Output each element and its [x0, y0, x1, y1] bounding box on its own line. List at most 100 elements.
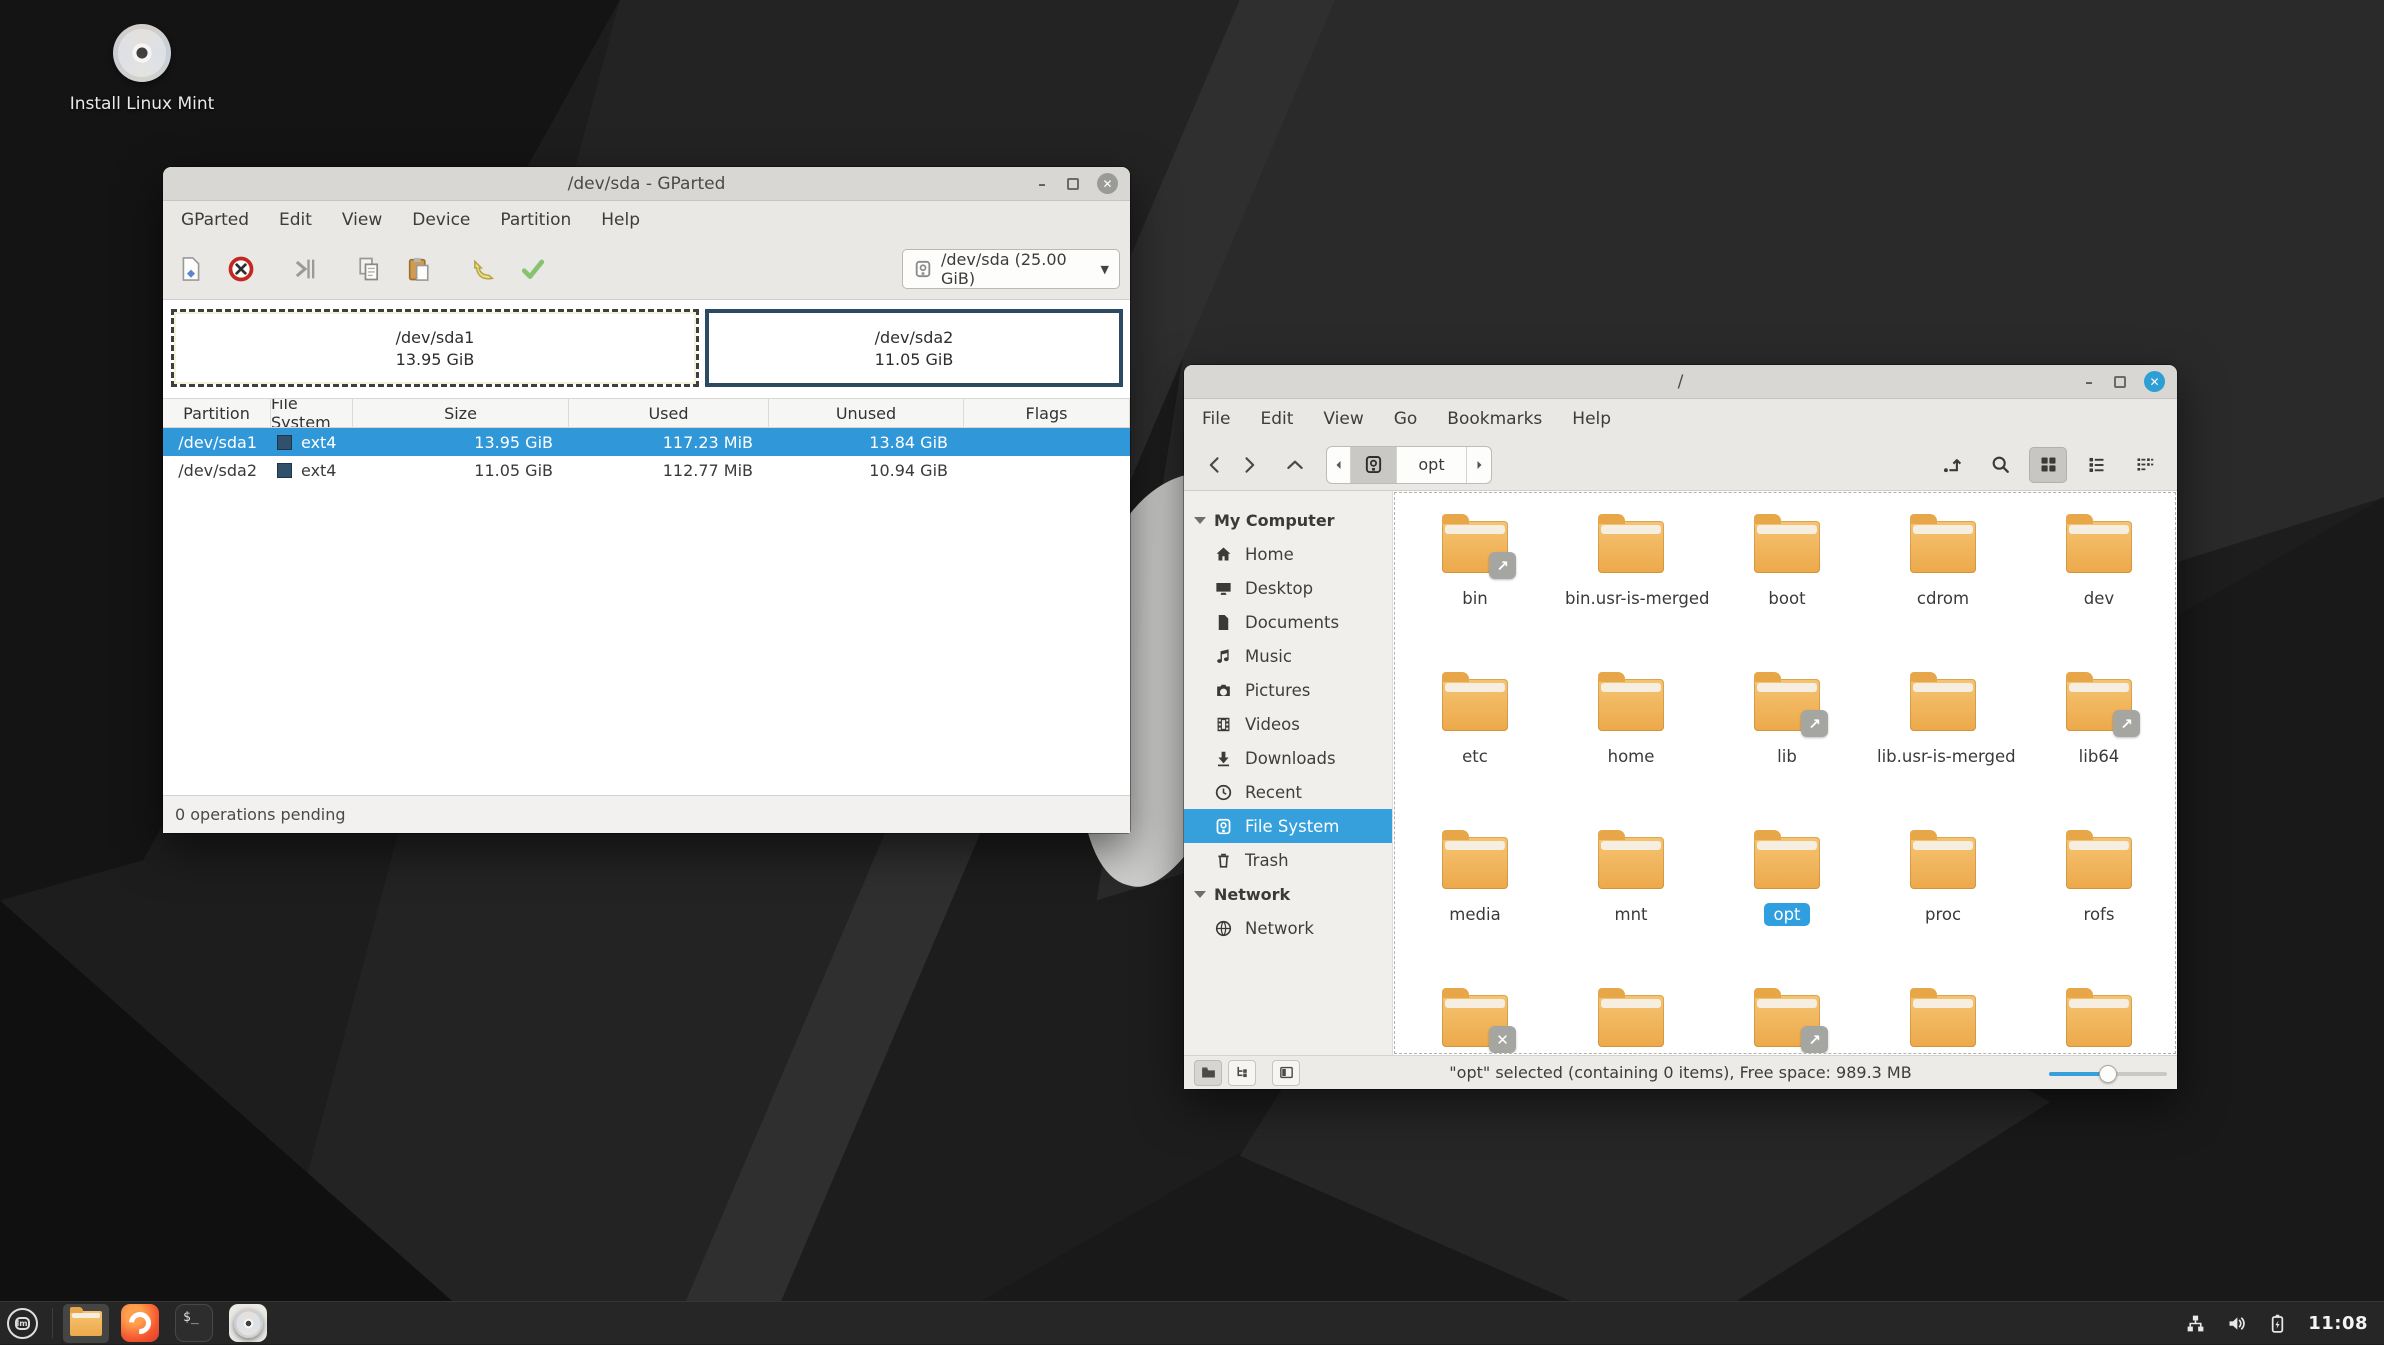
close-button[interactable]: ✕ [2144, 371, 2165, 392]
partition-row[interactable]: /dev/sda1 ext4 13.95 GiB 117.23 MiB 13.8… [163, 428, 1130, 456]
sidebar-section-my-computer[interactable]: My Computer [1184, 503, 1392, 537]
close-button[interactable]: ✕ [1097, 173, 1118, 194]
folder-item[interactable]: etc [1397, 667, 1553, 825]
folder-item[interactable]: ↗ lib [1709, 667, 1865, 825]
menu-item[interactable]: Go [1394, 409, 1418, 429]
menu-item[interactable]: Edit [279, 210, 312, 230]
zoom-slider[interactable] [2049, 1064, 2167, 1082]
icon-view-button[interactable] [2029, 447, 2067, 483]
nemo-sidebar: My Computer Home Desktop Documents Mu [1184, 491, 1393, 1055]
desktop-icon-install-linux-mint[interactable]: Install Linux Mint [72, 24, 212, 114]
list-view-button[interactable] [2077, 447, 2115, 483]
column-header[interactable]: Used [569, 399, 769, 427]
clock[interactable]: 11:08 [2308, 1313, 2368, 1334]
menu-item[interactable]: View [1323, 409, 1363, 429]
sidebar-item[interactable]: Trash [1184, 843, 1392, 877]
maximize-button[interactable] [1067, 178, 1079, 190]
volume-icon[interactable] [2226, 1313, 2247, 1334]
sidebar-item[interactable]: Desktop [1184, 571, 1392, 605]
menu-item[interactable]: Partition [500, 210, 571, 230]
up-button[interactable] [1278, 448, 1312, 482]
resize-move-icon[interactable] [291, 255, 319, 283]
back-button[interactable] [1198, 448, 1232, 482]
taskbar-terminal-button[interactable]: $_ [171, 1304, 217, 1343]
column-header[interactable]: File System [271, 399, 353, 427]
column-header[interactable]: Partition [163, 399, 271, 427]
menu-item[interactable]: File [1202, 409, 1230, 429]
search-button[interactable] [1981, 447, 2019, 483]
new-partition-icon[interactable] [177, 255, 205, 283]
minimize-button[interactable]: – [2082, 375, 2096, 389]
menu-item[interactable]: Device [412, 210, 470, 230]
folder-icon [1442, 679, 1508, 731]
sidebar-item[interactable]: Videos [1184, 707, 1392, 741]
folder-item[interactable]: cdrom [1865, 509, 2021, 667]
folder-item[interactable]: mnt [1553, 825, 1709, 983]
apply-icon[interactable] [519, 255, 547, 283]
folder-item[interactable]: boot [1709, 509, 1865, 667]
folder-item[interactable]: home [1553, 667, 1709, 825]
breadcrumb-dir-button[interactable]: opt [1397, 447, 1467, 483]
folder-item[interactable]: ↗ bin [1397, 509, 1553, 667]
folder-item[interactable]: ↗ lib64 [2021, 667, 2176, 825]
sidebar-item[interactable]: File System [1184, 809, 1392, 843]
forward-button[interactable] [1232, 448, 1266, 482]
menu-item[interactable]: Help [601, 210, 640, 230]
folder-item[interactable] [1865, 983, 2021, 1054]
sidebar-item[interactable]: Pictures [1184, 673, 1392, 707]
taskbar-installer-button[interactable] [225, 1304, 271, 1343]
size-cell: 13.95 GiB [353, 428, 569, 456]
breadcrumb-scroll-right-icon[interactable] [1467, 447, 1491, 483]
breadcrumb-root-drive-button[interactable] [1351, 447, 1397, 483]
minimize-button[interactable]: – [1035, 177, 1049, 191]
compact-view-button[interactable] [2125, 447, 2163, 483]
column-header[interactable]: Size [353, 399, 569, 427]
folder-item[interactable] [2021, 983, 2176, 1054]
sidebar-item[interactable]: Home [1184, 537, 1392, 571]
column-header[interactable]: Flags [964, 399, 1130, 427]
network-icon[interactable] [2185, 1313, 2206, 1334]
delete-partition-icon[interactable] [227, 255, 255, 283]
paste-icon[interactable] [405, 255, 433, 283]
menu-item[interactable]: GParted [181, 210, 249, 230]
sidebar-item[interactable]: Documents [1184, 605, 1392, 639]
sidebar-item[interactable]: Recent [1184, 775, 1392, 809]
folder-item[interactable]: ✕ [1397, 983, 1553, 1054]
taskbar-file-manager-button[interactable] [63, 1304, 109, 1343]
sidebar-section-network[interactable]: Network [1184, 877, 1392, 911]
partition-box-sda2[interactable]: /dev/sda2 11.05 GiB [705, 309, 1123, 387]
copy-icon[interactable] [355, 255, 383, 283]
folder-item[interactable]: lib.usr-is-merged [1865, 667, 2021, 825]
sidebar-item[interactable]: Music [1184, 639, 1392, 673]
partition-row[interactable]: /dev/sda2 ext4 11.05 GiB 112.77 MiB 10.9… [163, 456, 1130, 484]
location-entry-icon [1942, 454, 1963, 475]
folder-label: cdrom [1908, 587, 1978, 610]
sidebar-item[interactable]: Downloads [1184, 741, 1392, 775]
partition-box-sda1[interactable]: /dev/sda1 13.95 GiB [171, 309, 699, 387]
device-selector[interactable]: /dev/sda (25.00 GiB) ▼ [902, 249, 1120, 289]
breadcrumb-scroll-left-icon[interactable] [1327, 447, 1351, 483]
folder-item[interactable]: dev [2021, 509, 2176, 667]
menu-item[interactable]: View [342, 210, 382, 230]
sidebar-item-icon [1214, 681, 1233, 700]
maximize-button[interactable] [2114, 376, 2126, 388]
folder-item[interactable]: media [1397, 825, 1553, 983]
battery-icon[interactable] [2267, 1313, 2288, 1334]
menu-item[interactable]: Bookmarks [1447, 409, 1542, 429]
undo-icon[interactable] [469, 255, 497, 283]
folder-item[interactable]: bin.usr-is-merged [1553, 509, 1709, 667]
menu-item[interactable]: Edit [1260, 409, 1293, 429]
folder-item[interactable]: proc [1865, 825, 2021, 983]
partition-table: /dev/sda1 ext4 13.95 GiB 117.23 MiB 13.8… [163, 428, 1130, 484]
mint-menu-button[interactable]: lm [0, 1302, 44, 1345]
column-header[interactable]: Unused [769, 399, 964, 427]
folder-item[interactable]: opt [1709, 825, 1865, 983]
sidebar-item[interactable]: Network [1184, 911, 1392, 945]
toggle-location-entry-button[interactable] [1933, 447, 1971, 483]
folder-item[interactable]: rofs [2021, 825, 2176, 983]
zoom-slider-knob[interactable] [2099, 1065, 2117, 1083]
menu-item[interactable]: Help [1572, 409, 1611, 429]
taskbar-firefox-button[interactable] [117, 1304, 163, 1343]
folder-item[interactable] [1553, 983, 1709, 1054]
folder-item[interactable]: ↗ [1709, 983, 1865, 1054]
